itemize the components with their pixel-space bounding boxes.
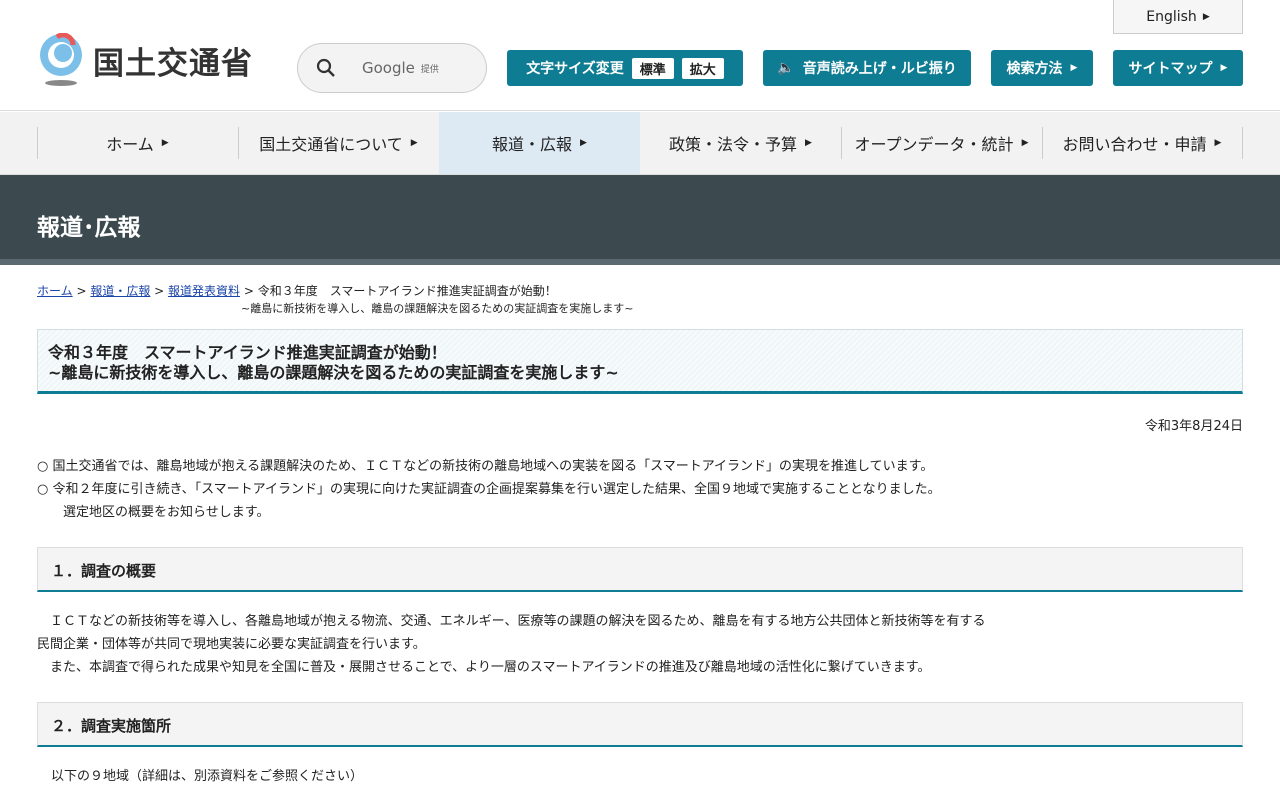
- triangle-right-icon: ▶: [410, 138, 418, 148]
- triangle-right-icon: ▶: [1070, 63, 1078, 73]
- mlit-logo[interactable]: 国土交通省: [37, 33, 253, 87]
- search-method-button[interactable]: 検索方法 ▶: [991, 50, 1093, 86]
- triangle-right-icon: ▶: [1214, 138, 1222, 148]
- section-banner: 報道･広報: [0, 175, 1280, 265]
- font-standard-button[interactable]: 標準: [631, 57, 674, 79]
- speaker-icon: 🔈: [777, 60, 795, 76]
- triangle-right-icon: ▶: [161, 138, 169, 148]
- nav-about[interactable]: 国土交通省について ▶: [238, 112, 439, 174]
- breadcrumb-releases[interactable]: 報道発表資料: [168, 284, 240, 298]
- triangle-right-icon: ▶: [1202, 11, 1210, 22]
- font-large-button[interactable]: 拡大: [681, 57, 724, 79]
- nav-opendata[interactable]: オープンデータ・統計 ▶: [841, 112, 1042, 174]
- site-search[interactable]: Google 提供: [297, 43, 487, 93]
- triangle-right-icon: ▶: [805, 138, 812, 148]
- intro-text: ○ 国土交通省では、離島地域が抱える課題解決のため、ＩＣＴなどの新技術の離島地域…: [37, 459, 941, 520]
- global-nav: ホーム ▶ 国土交通省について ▶ 報道・広報 ▶ 政策・法令・予算 ▶ オープンデータ…: [0, 112, 1280, 175]
- nav-press[interactable]: 報道・広報 ▶: [439, 112, 640, 174]
- nav-policy[interactable]: 政策・法令・予算 ▶: [640, 112, 841, 174]
- breadcrumb: ホーム > 報道・広報 > 報道発表資料 > 令和３年度 スマートアイランド推進…: [37, 284, 634, 315]
- triangle-right-icon: ▶: [1220, 63, 1228, 73]
- search-icon[interactable]: [316, 58, 336, 78]
- font-size-control: 文字サイズ変更 標準 拡大: [507, 50, 743, 86]
- triangle-right-icon: ▶: [1021, 138, 1029, 148]
- sitemap-button[interactable]: サイトマップ ▶: [1113, 50, 1243, 86]
- site-header: 国土交通省 Google 提供 English ▶ 文字サイズ変更 標準 拡大 🔈…: [0, 0, 1280, 111]
- breadcrumb-home[interactable]: ホーム: [37, 284, 73, 298]
- section-text: ＩＣＴなどの新技術等を導入し、各離島地域が抱える物流、交通、エネルギー、医療等の…: [37, 614, 986, 675]
- breadcrumb-press[interactable]: 報道・広報: [90, 284, 150, 298]
- logo-emblem-icon: [40, 33, 82, 86]
- voice-reading-button[interactable]: 🔈 音声読み上げ・ルビ振り: [763, 50, 971, 86]
- publish-date: 令和3年8月24日: [1144, 419, 1243, 434]
- section-text: 以下の９地域（詳細は、別添資料をご参照ください）: [51, 769, 364, 784]
- section-heading: １．調査の概要: [37, 547, 1243, 592]
- page-title: 令和３年度 スマートアイランド推進実証調査が始動！ ~離島に新技術を導入し、離島…: [37, 329, 1243, 394]
- nav-home[interactable]: ホーム ▶: [37, 112, 238, 174]
- section-heading: ２．調査実施箇所: [37, 702, 1243, 747]
- english-link[interactable]: English ▶: [1113, 0, 1243, 34]
- nav-contact[interactable]: お問い合わせ・申請 ▶: [1042, 127, 1243, 159]
- triangle-right-icon: ▶: [580, 138, 587, 148]
